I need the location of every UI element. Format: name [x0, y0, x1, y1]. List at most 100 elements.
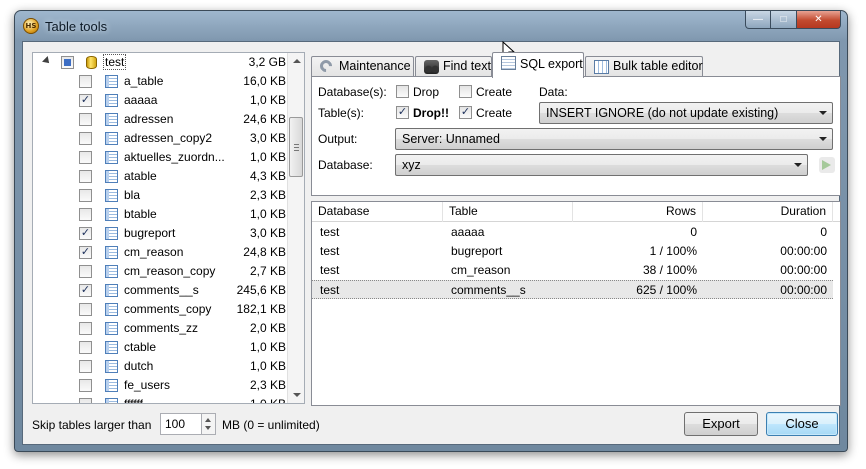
column-header-table[interactable]: Table	[443, 202, 573, 222]
skip-size-spinner[interactable]	[202, 413, 216, 435]
table-checkbox[interactable]: ✓	[79, 246, 92, 259]
table-row[interactable]: test comments__s 625 / 100% 00:00:00	[312, 280, 833, 299]
tree-table-row[interactable]: comments_copy 182,1 KB	[33, 300, 290, 319]
sql-export-panel: Database(s): Drop Create Data: Table(s):…	[311, 76, 841, 196]
table-checkbox[interactable]: ✓	[79, 227, 92, 240]
tab-maintenance[interactable]: Maintenance	[311, 56, 414, 77]
tree-scrollbar[interactable]	[287, 53, 304, 403]
tree-table-row[interactable]: ✓ aaaaa 1,0 KB	[33, 91, 290, 110]
table-checkbox[interactable]	[79, 113, 92, 126]
tree-table-row[interactable]: btable 1,0 KB	[33, 205, 290, 224]
title-bar[interactable]: HS Table tools — □ ✕	[15, 11, 847, 41]
tree-table-row[interactable]: ✓ comments__s 245,6 KB	[33, 281, 290, 300]
tree-table-row[interactable]: adressen 24,6 KB	[33, 110, 290, 129]
table-size: 3,0 KB	[249, 131, 286, 145]
table-checkbox[interactable]	[79, 75, 92, 88]
tree-table-row[interactable]: adressen_copy2 3,0 KB	[33, 129, 290, 148]
tree-table-row[interactable]: cm_reason_copy 2,7 KB	[33, 262, 290, 281]
tree-table-row[interactable]: ctable 1,0 KB	[33, 338, 290, 357]
table-checkbox[interactable]	[79, 341, 92, 354]
column-header-duration[interactable]: Duration	[703, 202, 833, 222]
table-name: bugreport	[124, 226, 176, 240]
table-drop-checkbox[interactable]: ✓	[396, 106, 409, 119]
tree-table-row[interactable]: atable 4,3 KB	[33, 167, 290, 186]
results-grid[interactable]: Database Table Rows Duration test aaaaa 0 0…	[311, 201, 841, 406]
output-label: Output:	[318, 132, 358, 146]
table-checkbox[interactable]	[79, 170, 92, 183]
column-header-database[interactable]: Database	[312, 202, 443, 222]
tree-table-row[interactable]: bla 2,3 KB	[33, 186, 290, 205]
tab-sql-export[interactable]: SQL export	[492, 52, 584, 78]
table-create-checkbox[interactable]: ✓	[459, 106, 472, 119]
tab-find-text[interactable]: Find text	[415, 56, 492, 77]
table-name: bla	[124, 188, 141, 202]
db-checkbox[interactable]	[61, 56, 74, 69]
table-checkbox[interactable]	[79, 398, 92, 403]
close-button[interactable]: Close	[766, 412, 838, 436]
tree-table-row[interactable]: ffffff 1,0 KB	[33, 395, 290, 403]
db-drop-checkbox[interactable]	[396, 85, 409, 98]
cell-database: test	[320, 263, 340, 277]
table-checkbox[interactable]	[79, 132, 92, 145]
scroll-up-icon[interactable]	[293, 59, 301, 63]
table-size: 245,6 KB	[236, 283, 286, 297]
table-size: 1,0 KB	[249, 207, 286, 221]
table-checkbox[interactable]	[79, 208, 92, 221]
table-checkbox[interactable]	[79, 151, 92, 164]
cell-duration: 00:00:00	[780, 244, 827, 258]
arrow-go-icon[interactable]	[819, 157, 835, 173]
table-size: 3,0 KB	[249, 226, 286, 240]
table-checkbox[interactable]	[79, 379, 92, 392]
table-name: ctable	[124, 340, 157, 354]
table-size: 1,0 KB	[249, 359, 286, 373]
chevron-down-icon	[794, 163, 802, 167]
table-icon	[105, 94, 118, 107]
table-checkbox[interactable]	[79, 265, 92, 278]
tree-table-row[interactable]: dutch 1,0 KB	[33, 357, 290, 376]
database-select[interactable]: xyz	[395, 154, 808, 176]
scroll-down-icon[interactable]	[293, 393, 301, 397]
window-title: Table tools	[45, 19, 108, 34]
tab-label: SQL export	[520, 57, 583, 71]
sql-export-icon	[501, 56, 516, 70]
column-header-rows[interactable]: Rows	[573, 202, 703, 222]
tree-table-row[interactable]: comments_zz 2,0 KB	[33, 319, 290, 338]
tree-table-row[interactable]: aktuelles_zuordn... 1,0 KB	[33, 148, 290, 167]
table-checkbox[interactable]	[79, 189, 92, 202]
table-row[interactable]: test aaaaa 0 0	[312, 223, 833, 242]
tree-table-row[interactable]: ✓ cm_reason 24,8 KB	[33, 243, 290, 262]
tab-bulk-table-editor[interactable]: Bulk table editor	[585, 56, 703, 77]
table-checkbox[interactable]	[79, 322, 92, 335]
cell-duration: 00:00:00	[780, 263, 827, 277]
cell-table: cm_reason	[451, 263, 511, 277]
table-size: 1,0 KB	[249, 150, 286, 164]
maximize-button[interactable]: □	[771, 11, 797, 29]
table-name: comments__s	[124, 283, 199, 297]
database-tree[interactable]: test 3,2 GB a_table 16,0 KB ✓ aaaaa 1,0 KB ad…	[32, 52, 305, 404]
table-name: fe_users	[124, 378, 171, 392]
scroll-thumb[interactable]	[289, 117, 303, 177]
minimize-button[interactable]: —	[745, 11, 771, 29]
mb-unlimited-label: MB (0 = unlimited)	[222, 418, 320, 432]
table-checkbox[interactable]: ✓	[79, 94, 92, 107]
table-checkbox[interactable]	[79, 360, 92, 373]
tree-table-row[interactable]: a_table 16,0 KB	[33, 72, 290, 91]
collapse-arrow-icon[interactable]	[42, 56, 52, 66]
table-checkbox[interactable]	[79, 303, 92, 316]
export-button[interactable]: Export	[684, 412, 758, 436]
tree-db-row[interactable]: test 3,2 GB	[33, 53, 290, 72]
table-row[interactable]: test cm_reason 38 / 100% 00:00:00	[312, 261, 833, 280]
db-create-checkbox[interactable]	[459, 85, 472, 98]
close-window-button[interactable]: ✕	[797, 11, 841, 29]
spin-down-icon[interactable]	[205, 426, 211, 430]
table-checkbox[interactable]: ✓	[79, 284, 92, 297]
table-row[interactable]: test bugreport 1 / 100% 00:00:00	[312, 242, 833, 261]
db-create-label: Create	[476, 85, 513, 99]
tree-table-row[interactable]: ✓ bugreport 3,0 KB	[33, 224, 290, 243]
data-mode-select[interactable]: INSERT IGNORE (do not update existing)	[539, 102, 833, 124]
spin-up-icon[interactable]	[205, 418, 211, 422]
skip-size-input[interactable]: 100	[160, 413, 202, 435]
output-select[interactable]: Server: Unnamed	[395, 128, 833, 150]
tree-table-row[interactable]: fe_users 2,3 KB	[33, 376, 290, 395]
table-icon	[105, 379, 118, 392]
